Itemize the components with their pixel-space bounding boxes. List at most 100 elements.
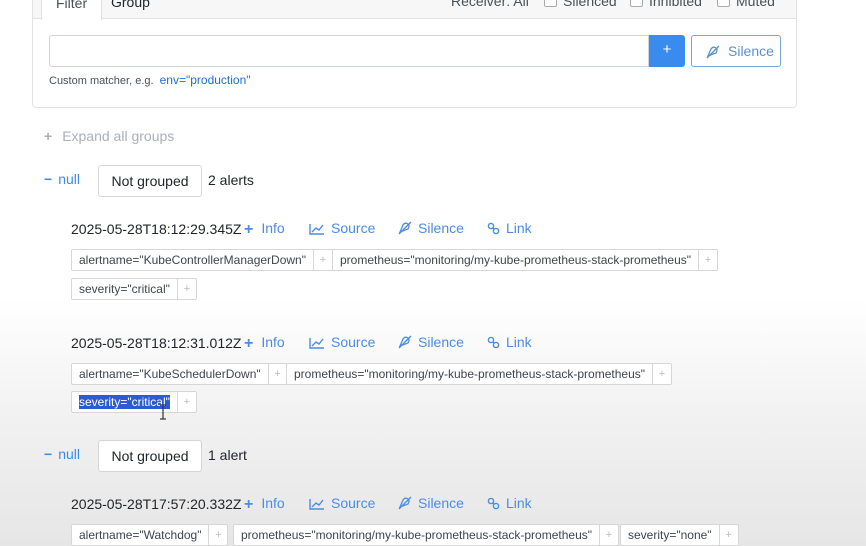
plus-icon: + — [244, 221, 254, 238]
info-button[interactable]: + Info — [244, 334, 285, 353]
label-text[interactable]: alertname="KubeControllerManagerDown" — [71, 249, 313, 271]
source-button[interactable]: Source — [309, 334, 375, 350]
label-chip[interactable]: alertname="Watchdog" + — [71, 524, 229, 546]
matcher-hint: Custom matcher, e.g. env="production" — [49, 73, 251, 87]
source-button[interactable]: Source — [309, 495, 375, 511]
label-chip[interactable]: severity="critical" + — [71, 391, 197, 413]
link-button[interactable]: Link — [487, 334, 532, 350]
add-label-icon[interactable]: + — [718, 524, 739, 546]
action-label: Source — [331, 334, 376, 350]
selected-text: severity="critical" — [79, 395, 170, 409]
label-chip[interactable]: alertname="KubeControllerManagerDown" + — [71, 249, 333, 271]
alert-timestamp: 2025-05-28T18:12:31.012Z — [71, 335, 242, 351]
action-label: Info — [261, 334, 285, 350]
label-chip[interactable]: severity="none" + — [620, 524, 739, 546]
group-collapse-toggle[interactable]: − null — [44, 446, 80, 462]
source-button[interactable]: Source — [309, 220, 375, 236]
checkbox-box[interactable] — [717, 0, 730, 7]
label-chip[interactable]: severity="critical" + — [71, 278, 197, 300]
action-label: Link — [506, 220, 532, 236]
checkbox-label: Muted — [736, 0, 775, 9]
label-chip[interactable]: prometheus="monitoring/my-kube-prometheu… — [286, 363, 673, 385]
label-text[interactable]: prometheus="monitoring/my-kube-prometheu… — [332, 249, 699, 271]
plus-icon: + — [44, 128, 53, 144]
hint-example-link[interactable]: env="production" — [160, 73, 251, 87]
alert-silence-button[interactable]: Silence — [398, 334, 464, 350]
plus-icon: + — [244, 335, 254, 352]
info-button[interactable]: + Info — [244, 220, 285, 239]
silence-button-label: Silence — [728, 43, 774, 59]
action-label: Source — [331, 220, 376, 236]
checkbox-box[interactable] — [630, 0, 643, 7]
action-label: Source — [331, 495, 376, 511]
filter-input[interactable] — [49, 35, 649, 67]
silence-icon — [398, 335, 412, 349]
chart-line-icon — [309, 338, 324, 349]
label-text[interactable]: severity="none" — [620, 524, 719, 546]
link-icon — [487, 497, 500, 510]
add-filter-button[interactable]: + — [649, 35, 685, 67]
muted-checkbox[interactable]: Muted — [717, 0, 775, 13]
tab-group[interactable]: Group — [97, 0, 164, 20]
silence-icon — [398, 496, 412, 510]
label-chip[interactable]: prometheus="monitoring/my-kube-prometheu… — [233, 524, 620, 546]
add-label-icon[interactable]: + — [312, 249, 333, 271]
expand-all-label: Expand all groups — [62, 128, 175, 144]
label-text[interactable]: prometheus="monitoring/my-kube-prometheu… — [233, 524, 600, 546]
action-label: Link — [506, 334, 532, 350]
info-button[interactable]: + Info — [244, 495, 285, 514]
alert-count: 1 alert — [208, 447, 247, 463]
alert-silence-button[interactable]: Silence — [398, 495, 464, 511]
action-label: Silence — [418, 220, 464, 236]
minus-icon: − — [44, 446, 53, 462]
not-grouped-badge: Not grouped — [98, 165, 202, 197]
add-label-icon[interactable]: + — [176, 278, 197, 300]
alert-timestamp: 2025-05-28T17:57:20.332Z — [71, 496, 242, 512]
link-button[interactable]: Link — [487, 495, 532, 511]
label-text[interactable]: prometheus="monitoring/my-kube-prometheu… — [286, 363, 653, 385]
label-text[interactable]: alertname="Watchdog" — [71, 524, 209, 546]
minus-icon: − — [44, 171, 53, 187]
silence-button[interactable]: Silence — [691, 35, 781, 67]
group-collapse-toggle[interactable]: − null — [44, 171, 80, 187]
silence-icon — [706, 45, 720, 59]
expand-all-groups[interactable]: + Expand all groups — [44, 128, 174, 144]
receiver-selector[interactable]: Receiver: All — [451, 0, 529, 13]
action-label: Silence — [418, 334, 464, 350]
action-label: Link — [506, 495, 532, 511]
checkbox-label: Silenced — [563, 0, 617, 9]
add-label-icon[interactable]: + — [599, 524, 620, 546]
not-grouped-badge: Not grouped — [98, 440, 202, 472]
alert-count: 2 alerts — [208, 172, 254, 188]
silenced-checkbox[interactable]: Silenced — [544, 0, 617, 13]
action-label: Silence — [418, 495, 464, 511]
hint-text: Custom matcher, e.g. — [49, 75, 154, 87]
label-chip[interactable]: alertname="KubeSchedulerDown" + — [71, 363, 288, 385]
checkbox-box[interactable] — [544, 0, 557, 7]
add-label-icon[interactable]: + — [652, 363, 673, 385]
inhibited-checkbox[interactable]: Inhibited — [630, 0, 702, 13]
label-chip[interactable]: prometheus="monitoring/my-kube-prometheu… — [332, 249, 719, 271]
plus-icon: + — [244, 496, 254, 513]
add-label-icon[interactable]: + — [176, 391, 197, 413]
label-text[interactable]: severity="critical" — [71, 278, 177, 300]
link-button[interactable]: Link — [487, 220, 532, 236]
group-name: null — [58, 446, 80, 462]
link-icon — [487, 336, 500, 349]
checkbox-label: Inhibited — [649, 0, 702, 9]
action-label: Info — [261, 220, 285, 236]
silence-icon — [398, 221, 412, 235]
add-label-icon[interactable]: + — [208, 524, 229, 546]
action-label: Info — [261, 495, 285, 511]
add-label-icon[interactable]: + — [267, 363, 288, 385]
alert-timestamp: 2025-05-28T18:12:29.345Z — [71, 221, 242, 237]
alert-silence-button[interactable]: Silence — [398, 220, 464, 236]
group-name: null — [58, 171, 80, 187]
add-label-icon[interactable]: + — [698, 249, 719, 271]
text-cursor-icon — [160, 404, 166, 420]
tab-filter[interactable]: Filter — [41, 0, 103, 20]
filter-card: Filter Group Receiver: All Silenced Inhi… — [32, 0, 797, 108]
chart-line-icon — [309, 224, 324, 235]
chart-line-icon — [309, 499, 324, 510]
label-text[interactable]: alertname="KubeSchedulerDown" — [71, 363, 268, 385]
